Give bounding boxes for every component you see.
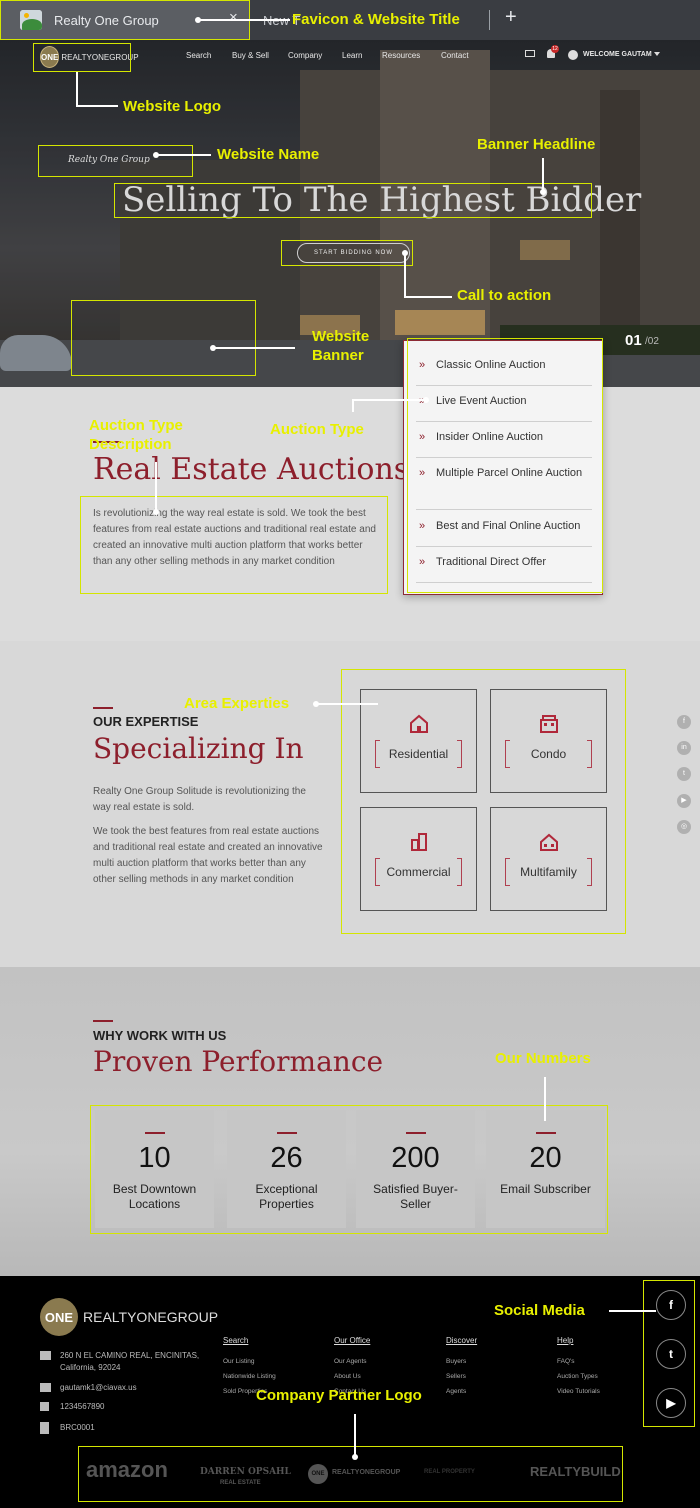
footer-link[interactable]: Video Tutorials bbox=[557, 1388, 600, 1395]
callout-line bbox=[155, 462, 157, 512]
phone-icon bbox=[40, 1402, 49, 1411]
callout-line bbox=[404, 296, 452, 298]
footer-logo-wordmark: REALTYONEGROUP bbox=[83, 1309, 219, 1325]
nav-company[interactable]: Company bbox=[288, 51, 322, 60]
facebook-icon[interactable]: f bbox=[677, 715, 691, 729]
highlight-box bbox=[71, 300, 256, 376]
id-card-icon bbox=[40, 1422, 49, 1434]
annotation-label: Area Experties bbox=[184, 695, 290, 712]
welcome-user[interactable]: WELCOME GAUTAM bbox=[583, 51, 652, 58]
chevron-down-icon[interactable] bbox=[654, 52, 660, 56]
nav-resources[interactable]: Resources bbox=[382, 51, 420, 60]
nav-contact[interactable]: Contact bbox=[441, 51, 469, 60]
callout-line bbox=[404, 253, 406, 297]
annotation-label: Favicon & Website Title bbox=[292, 11, 460, 28]
footer-email[interactable]: gautamk1@ciavax.us bbox=[60, 1382, 137, 1394]
performance-kicker: WHY WORK WITH US bbox=[93, 1028, 227, 1043]
highlight-box bbox=[38, 145, 193, 177]
footer-col-heading[interactable]: Discover bbox=[446, 1336, 477, 1345]
expertise-title: Specializing In bbox=[93, 732, 304, 765]
expertise-paragraph: We took the best features from real esta… bbox=[93, 826, 323, 885]
nav-search[interactable]: Search bbox=[186, 51, 211, 60]
footer-link[interactable]: FAQ's bbox=[557, 1358, 575, 1365]
footer-link[interactable]: About Us bbox=[334, 1373, 361, 1380]
callout-line bbox=[316, 703, 378, 705]
annotation-label: Website Name bbox=[217, 146, 320, 163]
footer-col-heading[interactable]: Our Office bbox=[334, 1336, 370, 1345]
user-avatar-icon[interactable] bbox=[568, 50, 578, 60]
expertise-kicker: OUR EXPERTISE bbox=[93, 714, 199, 729]
highlight-box bbox=[407, 338, 603, 593]
highlight-box bbox=[90, 1105, 608, 1234]
slide-current: 01 bbox=[625, 332, 642, 349]
annotation-label: Our Numbers bbox=[495, 1050, 591, 1067]
section-accent-bar bbox=[93, 707, 113, 709]
annotation-label: Website Logo bbox=[123, 98, 222, 115]
footer-link[interactable]: Nationwide Listing bbox=[223, 1373, 276, 1380]
nav-buy-sell[interactable]: Buy & Sell bbox=[232, 51, 269, 60]
callout-line bbox=[76, 72, 78, 106]
youtube-icon[interactable]: ▶ bbox=[677, 794, 691, 808]
mail-icon bbox=[40, 1383, 51, 1392]
annotation-label: Banner Headline bbox=[477, 136, 596, 153]
performance-title: Proven Performance bbox=[93, 1045, 384, 1078]
footer-col-heading[interactable]: Search bbox=[223, 1336, 248, 1345]
auction-title: Real Estate Auctions bbox=[93, 452, 410, 487]
footer-link[interactable]: Agents bbox=[446, 1388, 466, 1395]
tab-divider bbox=[489, 10, 490, 30]
callout-line bbox=[544, 1077, 546, 1121]
highlight-box bbox=[33, 43, 131, 72]
instagram-icon[interactable]: ◎ bbox=[677, 820, 691, 834]
footer-link[interactable]: Sellers bbox=[446, 1373, 466, 1380]
annotation-label: Auction Type bbox=[270, 421, 364, 438]
footer-phone[interactable]: 1234567890 bbox=[60, 1401, 105, 1413]
highlight-box bbox=[114, 183, 592, 218]
slide-total: /02 bbox=[645, 336, 659, 347]
callout-line bbox=[76, 105, 118, 107]
footer-license: BRC0001 bbox=[60, 1423, 95, 1432]
annotation-label: Auction Type Description bbox=[89, 417, 183, 453]
section-accent-bar bbox=[93, 1020, 113, 1022]
notification-badge: 12 bbox=[551, 45, 559, 53]
footer-logo-mark[interactable]: ONE bbox=[40, 1298, 78, 1336]
callout-line bbox=[156, 154, 211, 156]
annotation-label: Social Media bbox=[494, 1302, 585, 1319]
callout-line bbox=[542, 158, 544, 190]
nav-learn[interactable]: Learn bbox=[342, 51, 362, 60]
building-icon bbox=[40, 1351, 51, 1360]
footer-link[interactable]: Our Listing bbox=[223, 1358, 254, 1365]
highlight-box bbox=[281, 240, 413, 266]
callout-line bbox=[352, 399, 424, 401]
footer-link[interactable]: Auction Types bbox=[557, 1373, 598, 1380]
twitter-icon[interactable]: t bbox=[677, 767, 691, 781]
callout-line bbox=[609, 1310, 656, 1312]
footer-address: 260 N EL CAMINO REAL, ENCINITAS, Califor… bbox=[60, 1351, 200, 1372]
footer-link[interactable]: Our Agents bbox=[334, 1358, 367, 1365]
annotation-label: Company Partner Logo bbox=[256, 1387, 422, 1404]
callout-line bbox=[352, 399, 354, 412]
mail-icon[interactable] bbox=[525, 50, 535, 57]
callout-line bbox=[354, 1414, 356, 1456]
highlight-box bbox=[80, 496, 388, 594]
linkedin-icon[interactable]: in bbox=[677, 741, 691, 755]
footer-link[interactable]: Buyers bbox=[446, 1358, 466, 1365]
callout-line bbox=[213, 347, 295, 349]
new-tab-button[interactable]: + bbox=[505, 6, 517, 29]
annotation-label: Website Banner bbox=[312, 328, 370, 364]
annotation-label: Call to action bbox=[457, 287, 552, 304]
callout-line bbox=[198, 19, 290, 21]
expertise-paragraph: Realty One Group Solitude is revolutioni… bbox=[93, 786, 306, 813]
highlight-box bbox=[341, 669, 626, 934]
footer-col-heading[interactable]: Help bbox=[557, 1336, 573, 1345]
highlight-box bbox=[78, 1446, 623, 1502]
highlight-box bbox=[643, 1280, 695, 1427]
